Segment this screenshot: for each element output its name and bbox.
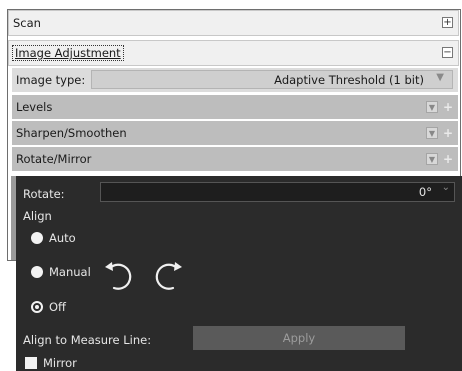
radio-manual[interactable] [31, 266, 43, 278]
radio-manual-label: Manual [49, 265, 91, 279]
section-sharpen-smoothen[interactable]: Sharpen/Smoothen ▼ + [12, 121, 458, 145]
section-sharpen-label: Sharpen/Smoothen [16, 126, 127, 140]
section-image-adjustment-label: Image Adjustment [12, 45, 124, 61]
image-type-select[interactable]: Adaptive Threshold (1 bit) ▼ [91, 70, 453, 89]
chevron-down-icon[interactable]: ▼ [426, 101, 438, 113]
rotate-value: 0° [418, 185, 432, 199]
rotate-label: Rotate: [23, 187, 65, 201]
mirror-label: Mirror [43, 356, 77, 370]
rotate-mirror-panel: Rotate: 0° ⌄ Align Auto Manual Off Align… [16, 176, 462, 371]
image-type-row: Image type: Adaptive Threshold (1 bit) ▼ [12, 68, 458, 92]
section-image-adjustment-collapse-button[interactable]: − [442, 47, 453, 58]
section-rotate-mirror[interactable]: Rotate/Mirror ▼ + [12, 147, 458, 171]
radio-auto[interactable] [31, 232, 43, 244]
section-scan-expand-button[interactable]: + [442, 17, 453, 28]
radio-auto-label: Auto [49, 231, 76, 245]
image-type-value: Adaptive Threshold (1 bit) [274, 73, 424, 87]
radio-off-label: Off [49, 300, 66, 314]
plus-icon[interactable]: + [443, 126, 453, 140]
align-manual-option[interactable]: Manual [31, 265, 91, 279]
radio-off[interactable] [31, 301, 43, 313]
mirror-checkbox[interactable] [25, 357, 37, 369]
plus-icon[interactable]: + [443, 152, 453, 166]
align-auto-option[interactable]: Auto [31, 231, 76, 245]
section-levels-label: Levels [16, 100, 53, 114]
rotate-select[interactable]: 0° ⌄ [100, 182, 455, 202]
mirror-option[interactable]: Mirror [25, 356, 77, 370]
chevron-down-icon: ⌄ [441, 182, 450, 193]
align-label: Align [23, 209, 52, 223]
chevron-down-icon[interactable]: ▼ [426, 127, 438, 139]
chevron-down-icon: ▼ [436, 72, 444, 83]
align-measure-line-label: Align to Measure Line: [23, 333, 152, 347]
section-levels[interactable]: Levels ▼ + [12, 95, 458, 119]
rotate-cw-icon[interactable] [149, 258, 185, 294]
image-type-label: Image type: [16, 73, 86, 87]
section-scan-label: Scan [13, 16, 41, 30]
section-scan[interactable]: Scan + [8, 10, 459, 36]
section-image-adjustment[interactable]: Image Adjustment − [8, 40, 459, 66]
align-off-option[interactable]: Off [31, 300, 66, 314]
apply-button[interactable]: Apply [193, 326, 405, 350]
plus-icon[interactable]: + [443, 100, 453, 114]
chevron-down-icon[interactable]: ▼ [426, 153, 438, 165]
section-rotate-mirror-label: Rotate/Mirror [16, 152, 92, 166]
rotate-ccw-icon[interactable] [102, 258, 138, 294]
